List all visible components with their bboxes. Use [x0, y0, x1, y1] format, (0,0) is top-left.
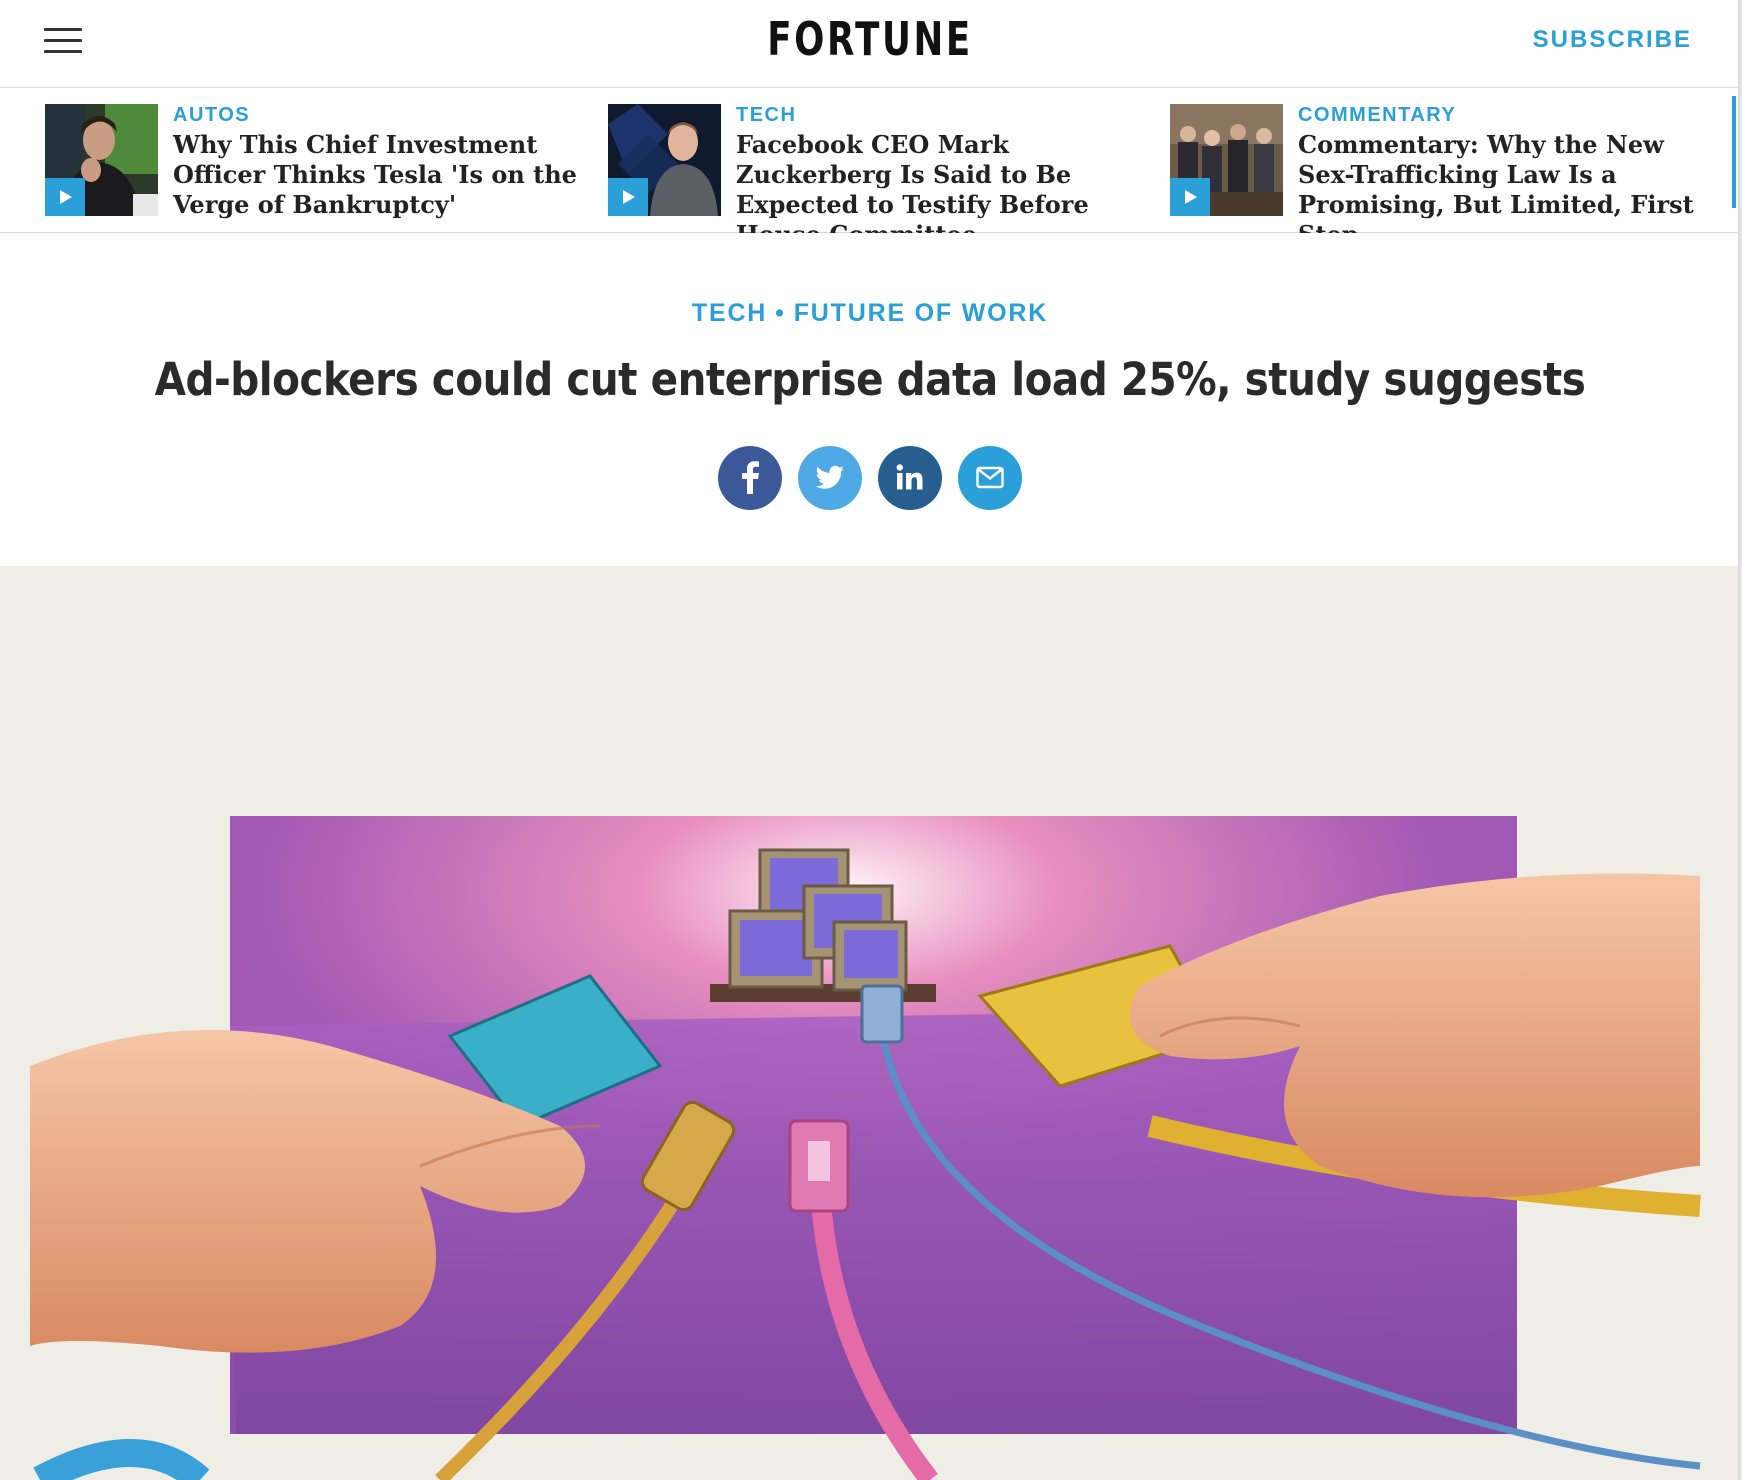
play-icon — [608, 178, 648, 216]
article-hero: TECH • FUTURE OF WORK Ad-blockers could cu… — [0, 233, 1738, 566]
trending-thumbnail — [1170, 104, 1283, 216]
trending-thumbnail — [45, 104, 158, 216]
trending-category[interactable]: TECH — [736, 104, 1156, 126]
trending-item-autos[interactable]: AUTOS Why This Chief Investment Officer … — [45, 104, 600, 219]
linkedin-share-button[interactable] — [878, 446, 942, 510]
hamburger-menu-icon[interactable] — [44, 28, 82, 56]
subscribe-link[interactable]: SUBSCRIBE — [1533, 26, 1692, 54]
facebook-icon — [742, 461, 759, 494]
article-kicker: TECH • FUTURE OF WORK — [0, 299, 1738, 328]
trending-item-commentary[interactable]: COMMENTARY Commentary: Why the New Sex-T… — [1170, 104, 1725, 249]
site-header: FORTUNE SUBSCRIBE — [0, 0, 1738, 88]
twitter-share-button[interactable] — [798, 446, 862, 510]
article-hero-illustration — [0, 566, 1738, 1480]
trending-thumbnail — [608, 104, 721, 216]
trending-title[interactable]: Commentary: Why the New Sex-Trafficking … — [1298, 130, 1718, 250]
trending-category[interactable]: COMMENTARY — [1298, 104, 1718, 126]
play-icon — [1170, 178, 1210, 216]
email-icon — [976, 466, 1004, 489]
trending-title[interactable]: Facebook CEO Mark Zuckerberg Is Said to … — [736, 130, 1156, 250]
page: FORTUNE SUBSCRIBE AUTOS Why This Chief I… — [0, 0, 1740, 1480]
kicker-section-link[interactable]: TECH — [692, 299, 767, 327]
kicker-separator: • — [775, 299, 786, 327]
strip-scroll-indicator — [1732, 96, 1736, 208]
facebook-share-button[interactable] — [718, 446, 782, 510]
trending-item-tech[interactable]: TECH Facebook CEO Mark Zuckerberg Is Sai… — [608, 104, 1163, 249]
email-share-button[interactable] — [958, 446, 1022, 510]
site-logo[interactable]: FORTUNE — [122, 12, 1618, 66]
cables-and-hands-illustration — [0, 566, 1738, 1480]
share-bar — [0, 446, 1738, 510]
trending-title[interactable]: Why This Chief Investment Officer Thinks… — [173, 130, 593, 220]
linkedin-icon — [896, 464, 923, 490]
kicker-subsection-link[interactable]: FUTURE OF WORK — [794, 299, 1048, 327]
trending-category[interactable]: AUTOS — [173, 104, 593, 126]
trending-strip: AUTOS Why This Chief Investment Officer … — [0, 88, 1738, 249]
twitter-icon — [815, 465, 844, 489]
article-headline: Ad-blockers could cut enterprise data lo… — [154, 353, 1586, 406]
play-icon — [45, 178, 85, 216]
